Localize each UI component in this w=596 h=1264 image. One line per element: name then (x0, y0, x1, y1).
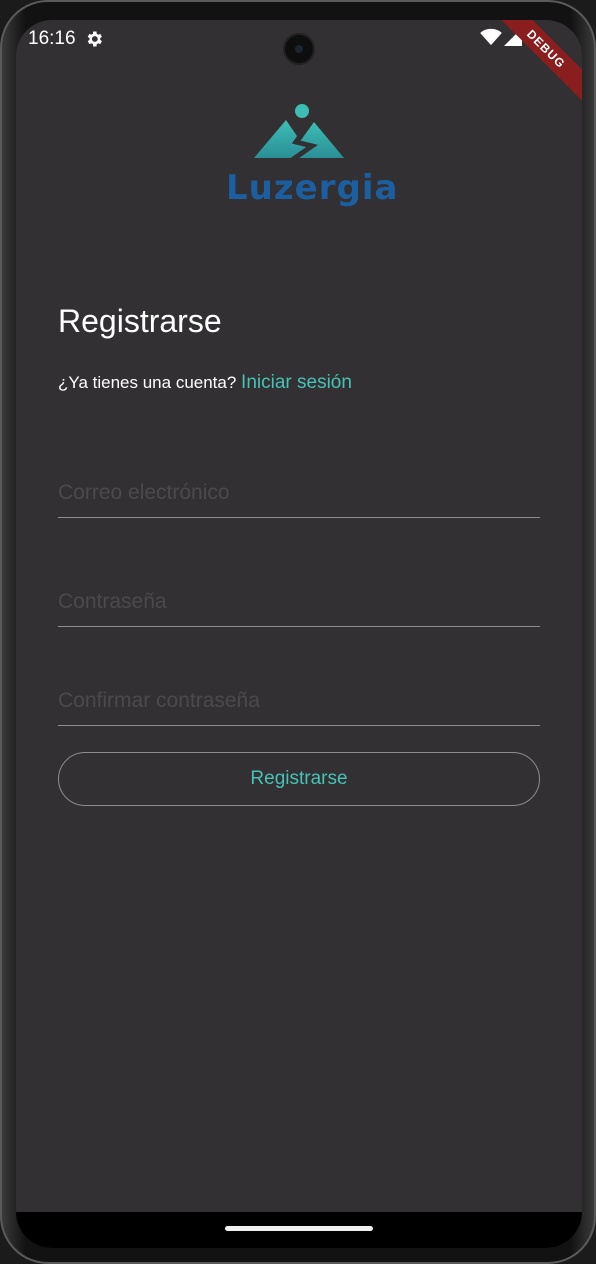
app-screen: 16:16 DEBUG Luzergia Registrarse ¿Ya tie… (16, 20, 582, 1248)
password-field[interactable] (58, 572, 540, 627)
gear-icon (87, 31, 102, 47)
navigation-bar (16, 1212, 582, 1248)
front-camera-icon (283, 33, 315, 65)
wifi-icon (480, 28, 502, 46)
email-field[interactable] (58, 463, 540, 518)
mountain-logo-icon (254, 104, 344, 163)
status-time: 16:16 (28, 28, 76, 49)
home-indicator[interactable] (225, 1226, 373, 1231)
logo-wordmark: Luzergia (226, 168, 399, 208)
email-input[interactable] (58, 481, 540, 505)
confirm-password-field[interactable] (58, 671, 540, 726)
app-logo: Luzergia (226, 102, 399, 212)
login-prompt: ¿Ya tienes una cuenta? Iniciar sesión (58, 372, 352, 394)
password-input[interactable] (58, 590, 540, 614)
page-title: Registrarse (58, 303, 222, 339)
account-prompt-text: ¿Ya tienes una cuenta? (58, 373, 237, 392)
confirm-password-input[interactable] (58, 689, 540, 713)
register-button[interactable]: Registrarse (58, 752, 540, 806)
login-link[interactable]: Iniciar sesión (241, 372, 352, 393)
